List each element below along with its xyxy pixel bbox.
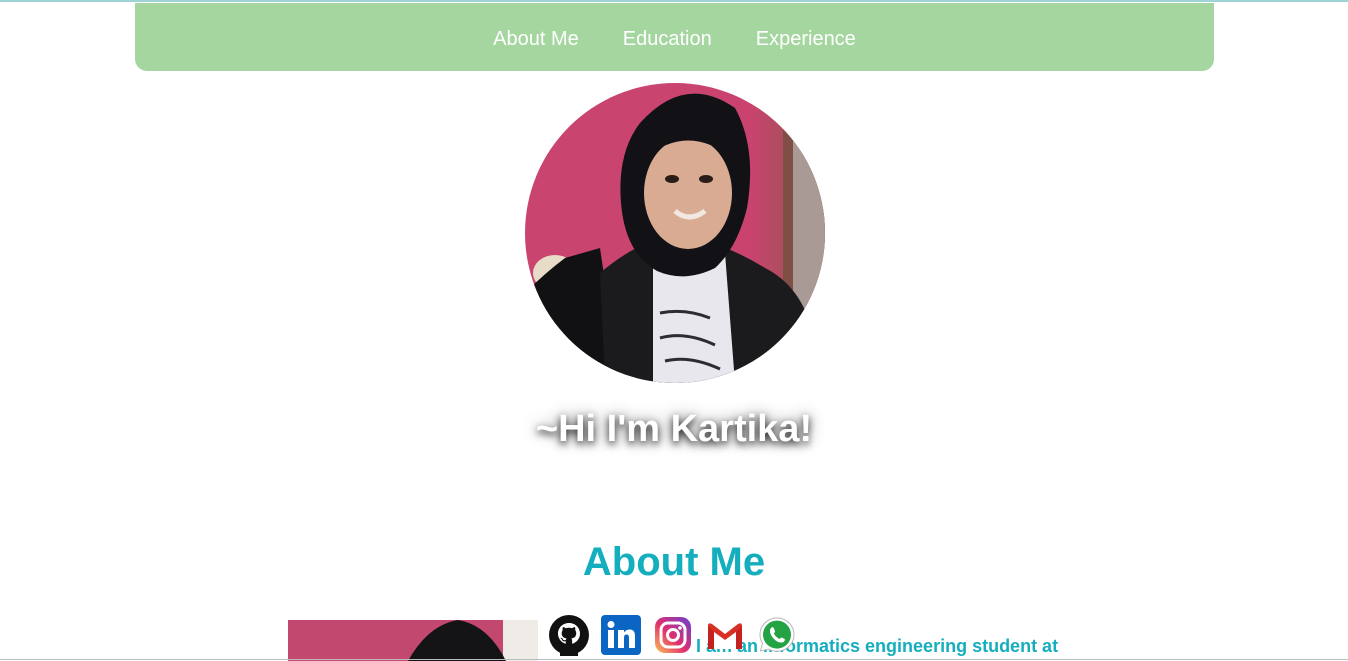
about-section-title: About Me [582, 540, 766, 584]
instagram-link[interactable] [652, 614, 694, 656]
social-links [548, 612, 798, 658]
bottom-border [0, 659, 1348, 660]
instagram-icon [655, 617, 691, 653]
gmail-icon [708, 623, 742, 649]
hero-greeting: ~Hi I'm Kartika! [535, 408, 813, 450]
profile-photo [525, 83, 825, 383]
whatsapp-icon [759, 617, 795, 652]
linkedin-link[interactable] [600, 614, 642, 656]
nav-link-education[interactable]: Education [623, 26, 712, 49]
whatsapp-link[interactable] [756, 614, 798, 656]
top-border [0, 0, 1348, 2]
github-link[interactable] [548, 614, 590, 656]
gmail-link[interactable] [704, 614, 746, 656]
nav-link-about-me[interactable]: About Me [493, 26, 579, 49]
linkedin-icon [601, 615, 641, 655]
about-photo [288, 620, 538, 661]
navbar: About Me Education Experience [135, 3, 1214, 71]
nav-link-experience[interactable]: Experience [756, 26, 856, 49]
github-icon [549, 615, 589, 656]
